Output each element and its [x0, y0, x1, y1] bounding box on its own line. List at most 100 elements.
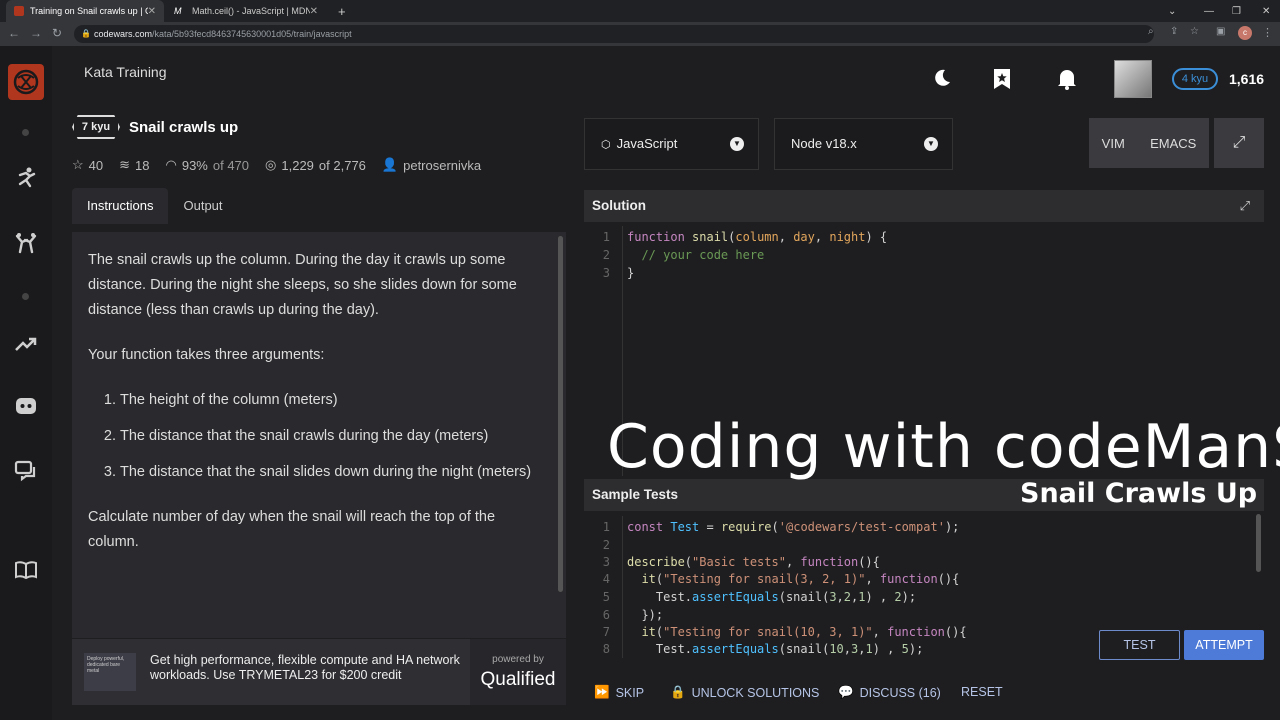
unlock-solutions-button[interactable]: 🔒 UNLOCK SOLUTIONS — [670, 685, 819, 700]
tests-scrollbar[interactable] — [1256, 514, 1261, 572]
attempted-count: of 2,776 — [318, 157, 366, 173]
ad-image: Deploy powerful, dedicated bare metal — [84, 653, 136, 691]
language-select[interactable]: ⬡ JavaScript ▼ — [584, 118, 759, 170]
bookmark-icon[interactable] — [992, 68, 1012, 96]
browser-menu-icon[interactable]: ⋮ — [1262, 26, 1273, 39]
browser-tab-codewars[interactable]: Training on Snail crawls up | Cod ✕ — [6, 0, 164, 22]
skip-button[interactable]: ⏩ SKIP — [594, 685, 644, 700]
discord-icon[interactable] — [14, 394, 38, 418]
docs-book-icon[interactable] — [14, 558, 38, 582]
zoom-icon[interactable]: ⌕ — [1148, 26, 1154, 37]
description-tabs: Instructions Output — [72, 188, 238, 224]
sidebar-divider-dot — [22, 293, 29, 300]
browser-tab-mdn[interactable]: M Math.ceil() - JavaScript | MDN ✕ — [166, 0, 326, 22]
share-icon[interactable]: ⇪ — [1170, 26, 1178, 37]
close-tab-icon[interactable]: ✕ — [148, 6, 156, 17]
minimize-icon[interactable]: — — [1196, 0, 1222, 22]
ad-banner[interactable]: Deploy powerful, dedicated bare metal Ge… — [72, 639, 566, 705]
runtime-select[interactable]: Node v18.x ▼ — [774, 118, 953, 170]
instructions-paragraph: Your function takes three arguments: — [88, 347, 325, 363]
expand-icon[interactable]: ⤢ — [1240, 190, 1250, 222]
tab-search-icon[interactable]: ⌄ — [1160, 0, 1184, 22]
reset-button[interactable]: RESET — [961, 685, 1003, 699]
language-value: JavaScript — [616, 136, 678, 151]
kata-title: Snail crawls up — [129, 119, 239, 136]
attempt-button[interactable]: ATTEMPT — [1184, 630, 1264, 660]
sidebar — [0, 46, 52, 720]
maximize-icon[interactable]: ❐ — [1224, 0, 1249, 22]
tab-output[interactable]: Output — [168, 188, 237, 224]
chevron-down-icon: ▼ — [924, 137, 938, 151]
vim-mode-button[interactable]: VIM — [1102, 136, 1125, 151]
codewars-logo-icon[interactable] — [8, 64, 44, 100]
stars-stat[interactable]: ☆ 40 — [72, 157, 103, 173]
test-button[interactable]: TEST — [1099, 630, 1180, 660]
runtime-value: Node v18.x — [791, 136, 857, 151]
instructions-scrollbar[interactable] — [558, 236, 563, 592]
fullscreen-icon[interactable]: ⤢ — [1214, 118, 1264, 168]
action-bar: ⏩ SKIP 🔒 UNLOCK SOLUTIONS 💬 DISCUSS (16) RE… — [584, 671, 1280, 715]
satisfaction-votes: of 470 — [212, 157, 250, 173]
stars-count: 40 — [88, 157, 104, 173]
layers-icon: ≋ — [119, 157, 131, 172]
star-icon: ☆ — [72, 157, 84, 172]
line-number: 1 — [602, 520, 610, 534]
collections-stat[interactable]: ≋ 18 — [119, 157, 149, 173]
profile-icon[interactable]: c — [1238, 26, 1252, 40]
kata-stats: ☆ 40 ≋ 18 ◠ 93% of 470 ◎ 1,229 of 2,776 👤 petro… — [72, 157, 481, 173]
completed-stat: ◎ 1,229 of 2,776 — [265, 157, 366, 173]
video-overlay-title: Coding with codeManS — [607, 412, 1280, 482]
discuss-button[interactable]: 💬 DISCUSS (16) — [838, 685, 941, 700]
emacs-mode-button[interactable]: EMACS — [1150, 136, 1196, 151]
line-number: 5 — [602, 590, 610, 604]
line-number: 3 — [602, 555, 610, 569]
video-overlay-subtitle: Snail Crawls Up — [1020, 478, 1258, 509]
editor-mode-buttons: VIM EMACS — [1089, 118, 1209, 168]
instructions-panel: The snail crawls up the column. During t… — [72, 232, 566, 638]
reset-label: RESET — [961, 685, 1003, 699]
author-stat[interactable]: 👤 petrosernivka — [382, 157, 481, 173]
reload-icon[interactable]: ↻ — [52, 26, 62, 40]
dark-mode-moon-icon[interactable] — [932, 68, 952, 94]
browser-address-bar: ← → ↻ 🔒 codewars.com/kata/5b93fecd846374… — [0, 22, 1280, 46]
back-icon[interactable]: ← — [8, 26, 20, 40]
browser-tab-strip: Training on Snail crawls up | Cod ✕ M Ma… — [0, 0, 1280, 22]
skip-icon: ⏩ — [594, 685, 610, 699]
list-item: The distance that the snail crawls durin… — [120, 424, 542, 449]
bookmark-star-icon[interactable]: ☆ — [1190, 26, 1199, 37]
lock-icon: 🔒 — [81, 29, 91, 38]
unlock-label: UNLOCK SOLUTIONS — [691, 685, 820, 700]
url-domain: codewars.com — [94, 29, 153, 39]
sidebar-divider-dot — [22, 129, 29, 136]
notifications-bell-icon[interactable] — [1056, 68, 1078, 96]
sidepanel-icon[interactable]: ▣ — [1216, 26, 1225, 37]
close-tab-icon[interactable]: ✕ — [310, 6, 318, 17]
ad-text: Get high performance, flexible compute a… — [150, 653, 460, 682]
author-name: petrosernivka — [403, 157, 482, 173]
practice-icon[interactable] — [14, 166, 38, 190]
codewars-app: Kata Training 4 kyu 1,616 7 kyu Snail cr… — [0, 46, 1280, 720]
url-path: /kata/5b93fecd8463745630001d05/train/jav… — [152, 29, 352, 39]
browser-tab-title: Math.ceil() - JavaScript | MDN — [191, 6, 310, 16]
window-close-icon[interactable]: ✕ — [1254, 0, 1278, 22]
tab-instructions[interactable]: Instructions — [72, 188, 169, 224]
compete-icon[interactable] — [14, 232, 38, 256]
solution-header: Solution ⤢ — [584, 190, 1264, 222]
new-tab-icon[interactable]: + — [330, 0, 350, 22]
forward-icon[interactable]: → — [30, 26, 42, 40]
leaderboard-trend-icon[interactable] — [14, 332, 38, 356]
user-icon: 👤 — [381, 157, 399, 172]
browser-tab-title: Training on Snail crawls up | Cod — [29, 6, 148, 16]
qualified-branding: powered by Qualified — [470, 639, 566, 705]
chat-icon[interactable] — [14, 459, 38, 483]
list-item: The height of the column (meters) — [120, 388, 542, 413]
line-number: 6 — [602, 608, 610, 622]
url-field[interactable]: 🔒 codewars.com/kata/5b93fecd846374563000… — [74, 25, 1154, 43]
avatar[interactable] — [1114, 60, 1152, 98]
qualified-logo: Qualified — [480, 669, 556, 690]
mdn-favicon-icon: M — [174, 6, 182, 16]
instructions-paragraph: Calculate number of day when the snail w… — [88, 509, 496, 550]
solution-label: Solution — [592, 198, 646, 213]
satisfaction-percent: 93% — [181, 157, 208, 173]
target-icon: ◎ — [265, 157, 277, 172]
